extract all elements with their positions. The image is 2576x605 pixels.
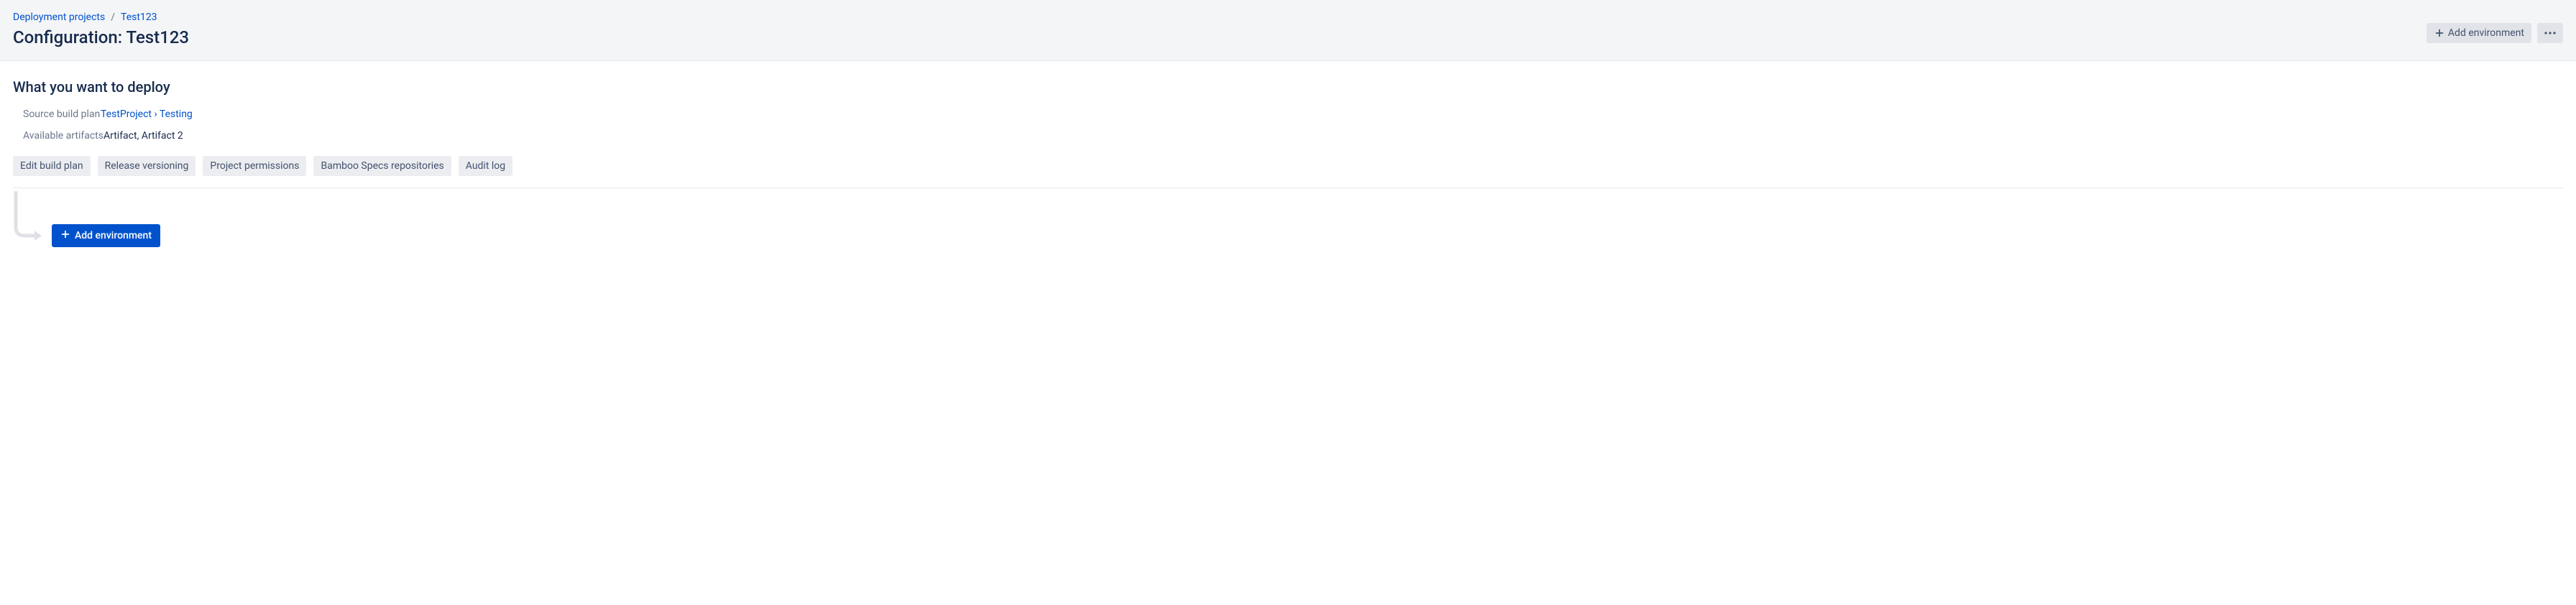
plus-icon bbox=[60, 229, 70, 242]
bamboo-specs-button[interactable]: Bamboo Specs repositories bbox=[313, 156, 451, 176]
arrow-indicator-icon bbox=[13, 191, 45, 244]
page-title: Configuration: Test123 bbox=[13, 27, 189, 47]
section-title: What you want to deploy bbox=[13, 78, 2563, 96]
add-environment-section: Add environment bbox=[13, 191, 2563, 247]
more-icon bbox=[2543, 27, 2557, 39]
available-artifacts-row: Available artifacts Artifact, Artifact 2 bbox=[13, 130, 2563, 142]
add-environment-label: Add environment bbox=[75, 230, 152, 241]
source-plan-label: Source build plan bbox=[23, 108, 101, 120]
action-buttons-row: Edit build plan Release versioning Proje… bbox=[13, 156, 2563, 188]
add-environment-button-header[interactable]: Add environment bbox=[2426, 23, 2531, 43]
artifacts-value: Artifact, Artifact 2 bbox=[104, 130, 183, 142]
plus-icon bbox=[2434, 27, 2445, 39]
breadcrumb-current-link[interactable]: Test123 bbox=[121, 11, 157, 23]
page-header: Deployment projects / Test123 Configurat… bbox=[0, 0, 2576, 61]
project-permissions-button[interactable]: Project permissions bbox=[203, 156, 306, 176]
breadcrumb-separator: / bbox=[111, 11, 115, 23]
source-plan-link[interactable]: TestProject › Testing bbox=[101, 108, 193, 120]
artifacts-label: Available artifacts bbox=[23, 130, 104, 142]
add-environment-label: Add environment bbox=[2448, 27, 2524, 39]
release-versioning-button[interactable]: Release versioning bbox=[98, 156, 196, 176]
main-content: What you want to deploy Source build pla… bbox=[0, 61, 2576, 264]
source-build-plan-row: Source build plan TestProject › Testing bbox=[13, 108, 2563, 120]
audit-log-button[interactable]: Audit log bbox=[459, 156, 512, 176]
source-plan-value: TestProject › Testing bbox=[101, 108, 193, 120]
add-environment-button-main[interactable]: Add environment bbox=[52, 224, 160, 247]
more-actions-button[interactable] bbox=[2537, 23, 2563, 43]
header-left: Deployment projects / Test123 Configurat… bbox=[13, 11, 189, 47]
edit-build-plan-button[interactable]: Edit build plan bbox=[13, 156, 91, 176]
breadcrumb: Deployment projects / Test123 bbox=[13, 11, 189, 23]
header-actions: Add environment bbox=[2426, 23, 2563, 43]
breadcrumb-root-link[interactable]: Deployment projects bbox=[13, 11, 105, 23]
